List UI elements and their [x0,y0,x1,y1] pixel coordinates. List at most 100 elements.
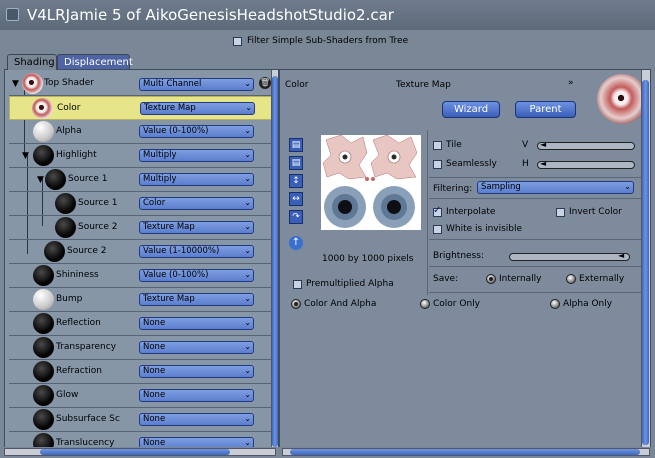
filter-sub-shaders-checkbox[interactable] [233,36,242,46]
shader-properties-panel: Color Texture Map » Wizard Parent ▤ ▤ ↕ … [279,69,651,454]
filtering-dropdown[interactable]: Sampling ⌄ [477,181,634,194]
shader-type-dropdown[interactable]: None ⌄ [139,413,254,426]
shader-type-dropdown[interactable]: Texture Map ⌄ [140,102,255,115]
interpolate-checkbox[interactable] [433,205,442,217]
shader-preview-icon [33,313,54,334]
flip-horizontal-icon[interactable]: ↔ [289,192,303,206]
dropdown-value: None [143,390,166,400]
open-file-icon[interactable]: ▤ [289,138,303,152]
tree-row-color[interactable]: Color Texture Map ⌄ [9,96,273,120]
texture-map-preview[interactable] [321,134,421,230]
save-externally-label: Externally [579,274,625,284]
slider-knob-icon[interactable]: ◄ [540,141,546,149]
expand-triangle-icon[interactable]: ▼ [12,79,19,89]
invert-color-checkbox[interactable] [556,208,565,217]
expand-triangle-icon[interactable]: ▼ [22,151,29,161]
shader-type-dropdown[interactable]: Texture Map ⌄ [139,221,254,234]
tree-row-label: Highlight [56,150,97,160]
expand-triangle-icon[interactable]: ▼ [37,175,44,185]
flip-vertical-icon[interactable]: ↕ [289,174,303,188]
tree-row-shininess[interactable]: Shininess Value (0-100%) ⌄ [9,264,273,288]
rotate-icon[interactable]: ↷ [289,210,303,224]
browse-folder-icon[interactable]: ▤ [289,156,303,170]
tab-shading[interactable]: Shading [7,54,57,70]
tab-displacement[interactable]: Displacement [57,54,133,70]
shader-type-dropdown[interactable]: None ⌄ [139,365,254,378]
tree-row-bump[interactable]: Bump Texture Map ⌄ [9,288,273,312]
premultiplied-alpha-checkbox[interactable] [293,280,302,289]
shader-preview-icon [45,169,66,190]
tree-row-source-2[interactable]: Source 2 Value (1-10000%) ⌄ [9,240,273,264]
wizard-button[interactable]: Wizard [442,101,500,118]
tree-scrollbar-thumb[interactable] [272,76,278,447]
shader-preview-icon [33,385,54,406]
tree-row-source-1-nested[interactable]: Source 1 Color ⌄ [9,192,273,216]
shader-type-dropdown[interactable]: Value (0-100%) ⌄ [139,269,254,282]
dropdown-value: Multiply [143,150,177,160]
shader-type-dropdown[interactable]: Multiply ⌄ [139,173,254,186]
bottom-scroll-area [0,447,655,458]
color-and-alpha-radio[interactable] [291,299,301,309]
tree-row-top-shader[interactable]: ▼ Top Shader Multi Channel ⌄ 🗑 [9,72,273,96]
alpha-only-radio[interactable] [550,299,560,309]
tree-row-source-2-nested[interactable]: Source 2 Texture Map ⌄ [9,216,273,240]
shader-type-dropdown[interactable]: None ⌄ [139,341,254,354]
close-button[interactable] [6,8,19,21]
dropdown-arrow-icon: ⌄ [244,150,251,159]
divider [429,198,649,199]
dropdown-value: None [143,366,166,376]
shader-type-dropdown[interactable]: Value (1-10000%) ⌄ [139,245,254,258]
shader-tree-panel: ▼ Top Shader Multi Channel ⌄ 🗑 Color Text… [4,69,279,454]
tile-h-slider[interactable]: ◄ [537,160,635,169]
shader-preview-sphere [597,74,647,124]
window-title: V4LRJamie 5 of AikoGenesisHeadshotStudio… [27,6,394,24]
tree-row-alpha[interactable]: Alpha Value (0-100%) ⌄ [9,120,273,144]
save-internally-radio[interactable] [486,274,496,284]
slider-knob-icon[interactable]: ◄ [540,160,546,168]
shader-type-dropdown[interactable]: Texture Map ⌄ [139,293,254,306]
seamlessly-checkbox[interactable] [433,160,442,169]
white-invisible-checkbox[interactable] [433,225,442,234]
slider-knob-icon[interactable]: ◄ [618,252,624,260]
filter-sub-shaders-row[interactable]: Filter Simple Sub-Shaders from Tree [233,34,408,48]
tree-row-subsurface[interactable]: Subsurface Sc None ⌄ [9,408,273,432]
properties-scrollbar-thumb[interactable] [642,80,649,445]
divider [429,292,649,293]
dropdown-arrow-icon: ⌄ [244,222,251,231]
tree-row-source-1[interactable]: ▼ Source 1 Multiply ⌄ [9,168,273,192]
tree-row-highlight[interactable]: ▼ Highlight Multiply ⌄ [9,144,273,168]
properties-horizontal-thumb[interactable] [290,449,640,455]
dropdown-value: Multi Channel [143,79,202,89]
save-externally-radio[interactable] [566,274,576,284]
tree-row-glow[interactable]: Glow None ⌄ [9,384,273,408]
dropdown-arrow-icon: ⌄ [244,342,251,351]
shader-preview-icon [55,217,76,238]
tile-v-slider[interactable]: ◄ [537,141,635,150]
tree-row-refraction[interactable]: Refraction None ⌄ [9,360,273,384]
shader-type-dropdown[interactable]: Color ⌄ [139,197,254,210]
dropdown-arrow-icon: ⌄ [244,318,251,327]
dropdown-value: Sampling [481,182,521,192]
tree-row-transparency[interactable]: Transparency None ⌄ [9,336,273,360]
shader-preview-icon [32,98,53,119]
shader-type-dropdown[interactable]: None ⌄ [139,389,254,402]
iris-texture-bottom [324,186,415,228]
shader-type-dropdown[interactable]: Multiply ⌄ [139,149,254,162]
shader-type-dropdown[interactable]: Value (0-100%) ⌄ [139,125,254,138]
tile-checkbox[interactable] [433,141,442,150]
parent-button[interactable]: Parent [515,101,576,118]
tile-label: Tile [446,140,462,150]
color-only-radio[interactable] [420,299,430,309]
brightness-slider[interactable]: ◄ [509,252,630,261]
dropdown-arrow-icon: ⌄ [244,126,251,135]
shader-preview-icon [44,241,65,262]
tree-horizontal-thumb[interactable] [40,449,230,455]
collapse-chevron-icon[interactable]: » [568,78,574,88]
tree-row-reflection[interactable]: Reflection None ⌄ [9,312,273,336]
up-arrow-icon[interactable]: ↑ [289,236,303,250]
divider [427,130,428,295]
shader-type-dropdown[interactable]: None ⌄ [139,317,254,330]
premultiplied-alpha-label: Premultiplied Alpha [306,279,394,289]
trash-icon[interactable]: 🗑 [259,77,271,89]
shader-type-dropdown[interactable]: Multi Channel ⌄ [139,78,254,91]
